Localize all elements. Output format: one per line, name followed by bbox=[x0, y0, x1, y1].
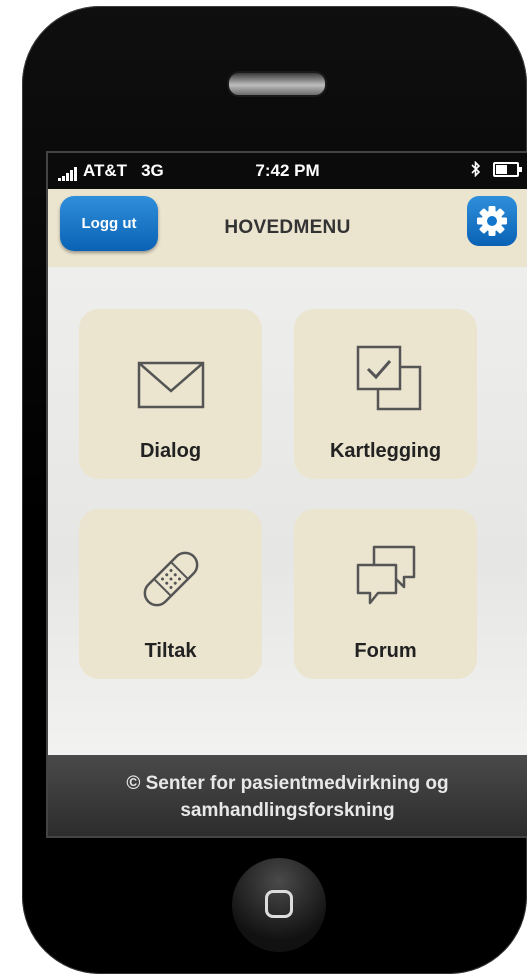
menu-tile-dialog[interactable]: Dialog bbox=[79, 309, 262, 479]
app-header: Logg ut HOVEDMENU bbox=[48, 189, 527, 267]
menu-grid: Dialog Kartlegging Tiltak Forum bbox=[48, 267, 527, 755]
home-square-icon bbox=[265, 890, 293, 918]
page-title: HOVEDMENU bbox=[224, 217, 351, 238]
menu-tile-kartlegging[interactable]: Kartlegging bbox=[294, 309, 477, 479]
settings-button[interactable] bbox=[467, 196, 517, 246]
bandage-icon bbox=[143, 551, 198, 607]
footer-line-2: samhandlingsforskning bbox=[180, 800, 395, 821]
menu-tile-tiltak[interactable]: Tiltak bbox=[79, 509, 262, 679]
battery-icon bbox=[493, 161, 522, 177]
envelope-icon bbox=[137, 361, 204, 409]
gear-icon bbox=[477, 206, 507, 236]
menu-tile-label: Kartlegging bbox=[329, 440, 442, 462]
speaker-grille bbox=[227, 71, 327, 97]
status-right bbox=[471, 161, 522, 177]
footer-line-1: © Senter for pasientmedvirkning og bbox=[126, 773, 449, 794]
menu-tile-forum[interactable]: Forum bbox=[294, 509, 477, 679]
checklist-icon bbox=[356, 345, 421, 411]
menu-tile-label: Dialog bbox=[139, 440, 202, 462]
home-button[interactable] bbox=[232, 858, 326, 952]
footer: © Senter for pasientmedvirkning og samha… bbox=[48, 755, 527, 836]
app-screen: AT&T 3G 7:42 PM Logg ut HOVEDMENU Dialog… bbox=[46, 151, 527, 838]
chat-bubbles-icon bbox=[356, 545, 415, 605]
menu-tile-label: Forum bbox=[354, 640, 417, 662]
bluetooth-icon bbox=[471, 161, 481, 177]
status-time: 7:42 PM bbox=[255, 161, 320, 180]
phone-frame: AT&T 3G 7:42 PM Logg ut HOVEDMENU Dialog… bbox=[22, 6, 527, 974]
status-bar: AT&T 3G 7:42 PM bbox=[48, 153, 527, 189]
menu-tile-label: Tiltak bbox=[144, 640, 197, 662]
